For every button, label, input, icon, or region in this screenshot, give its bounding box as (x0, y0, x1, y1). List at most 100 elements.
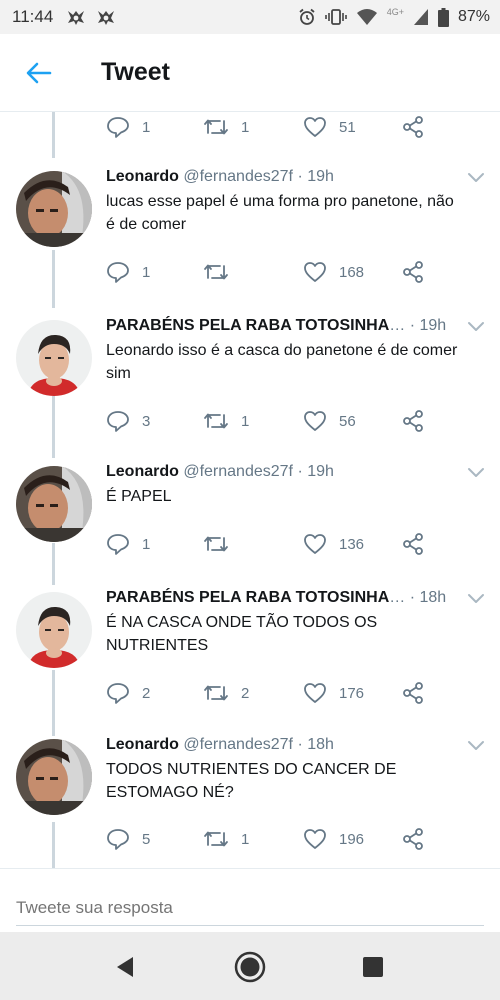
heart-icon (304, 534, 326, 554)
reply-button[interactable]: 3 (106, 406, 150, 436)
tweet-timestamp: · 18h (297, 736, 334, 753)
chevron-down-icon[interactable] (467, 170, 485, 184)
heart-icon (304, 411, 326, 431)
chevron-down-icon[interactable] (467, 465, 485, 479)
author-name[interactable]: PARABÉNS PELA RABA TOTOSINHA (106, 587, 389, 609)
retweet-button[interactable]: 1 (203, 406, 249, 436)
vibrate-icon (324, 9, 347, 25)
divider (0, 868, 500, 869)
tweet-timestamp: · 19h (297, 168, 334, 185)
retweet-count: 2 (241, 684, 250, 702)
avatar-image (16, 171, 92, 247)
author-name[interactable]: PARABÉNS PELA RABA TOTOSINHA (106, 315, 389, 337)
share-button[interactable] (401, 257, 425, 287)
author-handle[interactable]: @fernandes27f (183, 463, 293, 480)
like-button[interactable]: 51 (303, 112, 356, 142)
retweet-button[interactable]: 1 (203, 824, 249, 854)
chevron-down-icon[interactable] (467, 591, 485, 605)
reply-count: 1 (142, 118, 151, 136)
tweet-header: PARABÉNS PELA RABA TOTOSINHA… · 18h (106, 587, 456, 609)
status-time: 11:44 (12, 7, 54, 26)
heart-icon (304, 683, 326, 703)
author-name[interactable]: Leonardo (106, 168, 179, 185)
avatar[interactable] (16, 171, 92, 247)
heart-icon (304, 117, 326, 137)
like-button[interactable]: 56 (303, 406, 356, 436)
home-circle-icon (234, 951, 266, 983)
like-count: 56 (339, 412, 356, 430)
share-button[interactable] (401, 529, 425, 559)
triangle-back-icon (117, 957, 133, 977)
author-handle[interactable]: @fernandes27f (183, 168, 293, 185)
reply-button[interactable]: 2 (106, 678, 150, 708)
tweet-header: Leonardo @fernandes27f · 19h (106, 461, 440, 483)
chevron-down-icon[interactable] (467, 738, 485, 752)
tweet-actions: 3 1 56 (106, 406, 436, 436)
retweet-button[interactable]: 2 (203, 678, 249, 708)
square-recents-icon (363, 957, 383, 977)
chevron-down-icon[interactable] (467, 319, 485, 333)
author-name[interactable]: Leonardo (106, 463, 179, 480)
reply-button[interactable]: 1 (106, 257, 150, 287)
like-button[interactable]: 196 (303, 824, 364, 854)
share-button[interactable] (401, 112, 425, 142)
app-icon (98, 11, 114, 25)
share-icon (403, 116, 423, 138)
like-button[interactable]: 136 (303, 529, 364, 559)
avatar[interactable] (16, 320, 92, 396)
retweet-count: 1 (241, 830, 250, 848)
share-button[interactable] (401, 824, 425, 854)
retweet-count: 1 (241, 118, 250, 136)
retweet-button[interactable] (203, 529, 241, 559)
like-count: 168 (339, 263, 365, 281)
share-button[interactable] (401, 406, 425, 436)
reply-icon (107, 534, 129, 555)
reply-count: 3 (142, 412, 151, 430)
tweet-actions: 1 1 51 (106, 112, 436, 142)
like-button[interactable]: 176 (303, 678, 364, 708)
signal-icon (413, 9, 428, 25)
reply-input[interactable] (16, 890, 484, 926)
tweet-text: É NA CASCA ONDE TÃO TODOS OS NUTRIENTES (106, 614, 378, 654)
arrow-left-icon (26, 62, 52, 84)
nav-recents-button[interactable] (356, 950, 390, 984)
share-icon (403, 682, 423, 704)
avatar[interactable] (16, 466, 92, 542)
back-button[interactable] (22, 56, 56, 90)
reply-button[interactable]: 5 (106, 824, 150, 854)
retweet-icon (204, 831, 228, 847)
like-button[interactable]: 168 (303, 257, 364, 287)
nav-home-button[interactable] (233, 950, 267, 984)
retweet-icon (204, 536, 228, 552)
avatar[interactable] (16, 592, 92, 668)
reply-button[interactable]: 1 (106, 112, 150, 142)
avatar-image (16, 739, 92, 815)
system-nav-bar (0, 932, 500, 1000)
tweet-actions: 5 1 196 (106, 824, 436, 854)
retweet-button[interactable]: 1 (203, 112, 249, 142)
author-name[interactable]: Leonardo (106, 736, 179, 753)
battery-icon (437, 7, 449, 27)
heart-icon (304, 262, 326, 282)
retweet-icon (204, 413, 228, 429)
status-bar: 11:44 4G+ 87% (0, 0, 500, 34)
battery-level: 87% (457, 8, 490, 25)
tweet-timestamp: … · 19h (389, 317, 447, 334)
heart-icon (304, 829, 326, 849)
tweet-text: lucas esse papel é uma forma pro paneton… (106, 193, 454, 233)
tweet-header: Leonardo @fernandes27f · 18h (106, 734, 440, 756)
like-count: 51 (339, 118, 356, 136)
tweet-text: Leonardo isso é a casca do panetone é de… (106, 342, 458, 382)
reply-button[interactable]: 1 (106, 529, 150, 559)
share-icon (403, 261, 423, 283)
share-icon (403, 828, 423, 850)
share-button[interactable] (401, 678, 425, 708)
author-handle[interactable]: @fernandes27f (183, 736, 293, 753)
retweet-button[interactable] (203, 257, 241, 287)
avatar[interactable] (16, 739, 92, 815)
like-count: 196 (339, 830, 365, 848)
nav-back-button[interactable] (108, 950, 142, 984)
reply-icon (107, 829, 129, 850)
reply-count: 2 (142, 684, 151, 702)
reply-icon (107, 683, 129, 704)
